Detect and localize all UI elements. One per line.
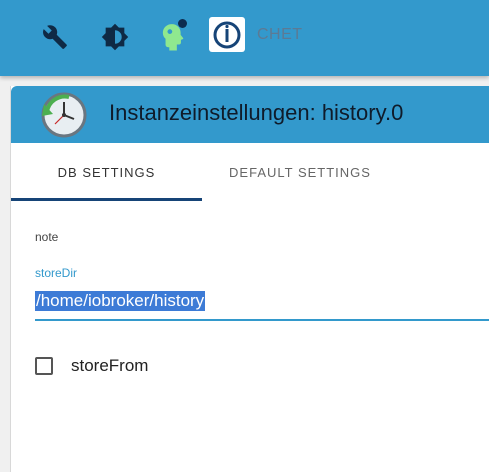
instance-settings-panel: Instanzeinstellungen: history.0 DB SETTI…: [10, 86, 489, 472]
tab-default-settings[interactable]: DEFAULT SETTINGS: [202, 143, 398, 201]
store-from-label: storeFrom: [71, 356, 149, 375]
clock-history-icon: [41, 92, 87, 138]
expert-mode-icon[interactable]: [157, 19, 187, 52]
iobroker-logo[interactable]: [209, 17, 245, 52]
tab-indicator: [11, 198, 202, 201]
brightness-icon[interactable]: [100, 22, 130, 52]
brand-text: CHET: [257, 26, 303, 43]
store-dir-input[interactable]: /home/iobroker/history: [35, 291, 206, 311]
store-dir-label: storeDir: [35, 266, 78, 280]
store-from-checkbox-row[interactable]: storeFrom: [35, 354, 148, 378]
note-label: note: [35, 230, 59, 244]
tab-db-settings[interactable]: DB SETTINGS: [11, 143, 202, 201]
panel-header: Instanzeinstellungen: history.0: [11, 86, 489, 143]
store-dir-underline: [35, 319, 489, 321]
notification-dot: [178, 19, 187, 28]
store-from-checkbox[interactable]: [35, 357, 53, 375]
wrench-icon[interactable]: [40, 22, 70, 52]
top-toolbar: CHET: [0, 0, 489, 76]
settings-tabs: DB SETTINGS DEFAULT SETTINGS: [11, 143, 489, 201]
page-title: Instanzeinstellungen: history.0: [109, 100, 404, 125]
